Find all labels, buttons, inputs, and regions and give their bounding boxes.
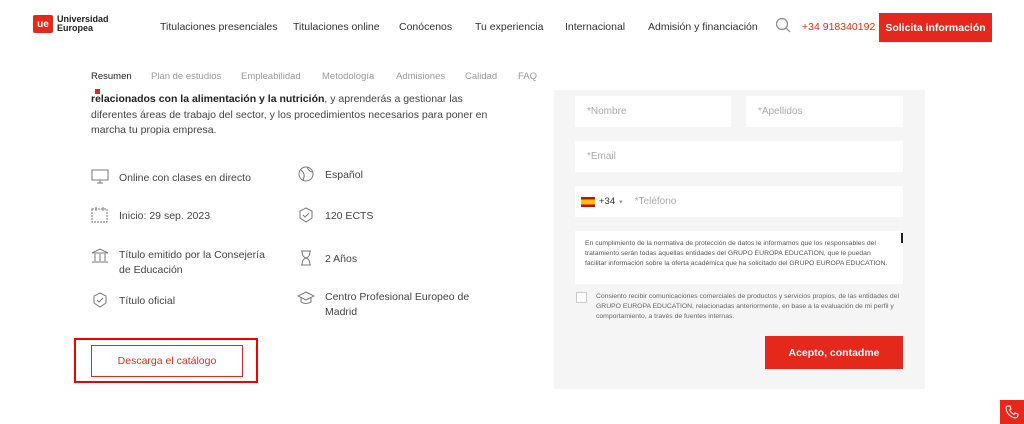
feature-ects: 120 ECTS: [297, 207, 497, 224]
phone-input[interactable]: *Teléfono: [635, 196, 677, 207]
feature-duration: 2 Años: [297, 250, 497, 267]
chevron-down-icon[interactable]: ▾: [619, 198, 623, 206]
country-code[interactable]: +34: [599, 196, 615, 207]
hourglass-icon: [301, 250, 311, 266]
nav-item-conocenos[interactable]: Conócenos: [399, 21, 452, 33]
phone-link[interactable]: +34 918340192: [802, 21, 875, 33]
feature-text: Título oficial: [119, 295, 176, 307]
logo-line-2: Europea: [57, 23, 94, 33]
program-description: relacionados con la alimentación y la nu…: [91, 92, 511, 139]
tab-calidad[interactable]: Calidad: [465, 71, 497, 82]
nav-item-titulaciones-presenciales[interactable]: Titulaciones presenciales: [160, 21, 278, 33]
acepto-contadme-button[interactable]: Acepto, contadme: [765, 336, 903, 369]
spain-flag-icon[interactable]: [581, 196, 595, 207]
graduation-cap-icon: [297, 291, 315, 304]
legal-text: En cumplimiento de la normativa de prote…: [585, 240, 888, 267]
nav-item-internacional[interactable]: Internacional: [565, 21, 625, 33]
phone-field[interactable]: +34 ▾ *Teléfono: [575, 186, 903, 217]
nav-item-titulaciones-online[interactable]: Titulaciones online: [293, 21, 380, 33]
feature-text: Online con clases en directo: [119, 172, 251, 184]
feature-official-title: Título oficial: [91, 292, 281, 309]
feature-text: Título emitido por la Consejería de Educ…: [119, 249, 265, 276]
section-subnav: Resumen Plan de estudios Empleabilidad M…: [0, 55, 1024, 90]
feature-text: Español: [325, 169, 363, 181]
feature-start-date: Inicio: 29 sep. 2023: [91, 207, 281, 224]
top-navbar: ue Universidad Europea Titulaciones pres…: [0, 0, 1024, 55]
tab-admisiones[interactable]: Admisiones: [396, 71, 445, 82]
globe-icon: [298, 166, 314, 182]
tab-faq[interactable]: FAQ: [518, 71, 537, 82]
tab-metodologia[interactable]: Metodología: [322, 71, 374, 82]
tab-empleabilidad[interactable]: Empleabilidad: [241, 71, 301, 82]
feature-text: 120 ECTS: [325, 210, 374, 222]
feature-language: Español: [297, 166, 497, 183]
name-field[interactable]: *Nombre: [575, 96, 731, 127]
feature-text: Inicio: 29 sep. 2023: [119, 210, 211, 222]
institution-icon: [91, 248, 109, 263]
description-bold: relacionados con la alimentación y la nu…: [91, 93, 325, 105]
search-icon[interactable]: [775, 17, 791, 33]
badge-check-icon: [93, 292, 107, 308]
descarga-catalogo-button[interactable]: Descarga el catálogo: [91, 345, 243, 377]
email-field[interactable]: *Email: [575, 141, 903, 172]
feature-title-issuer: Título emitido por la Consejería de Educ…: [91, 248, 291, 278]
tab-resumen[interactable]: Resumen: [91, 71, 132, 82]
consent-text: Consiento recibir comunicaciones comerci…: [596, 293, 899, 320]
tab-plan-de-estudios[interactable]: Plan de estudios: [151, 71, 221, 82]
feature-text: 2 Años: [325, 253, 358, 265]
solicita-informacion-button[interactable]: Solicita información: [879, 13, 992, 42]
monitor-icon: [91, 169, 109, 184]
university-logo[interactable]: ue Universidad Europea: [33, 15, 109, 33]
nav-item-tu-experiencia[interactable]: Tu experiencia: [475, 21, 543, 33]
surname-field[interactable]: *Apellidos: [746, 96, 903, 127]
feature-modality: Online con clases en directo: [91, 169, 281, 186]
logo-mark: ue: [33, 15, 53, 33]
nav-item-admision-financiacion[interactable]: Admisión y financiación: [648, 21, 758, 33]
feature-text: Centro Profesional Europeo de Madrid: [325, 291, 470, 318]
calendar-icon: [91, 207, 108, 223]
legal-scrollbar[interactable]: [901, 233, 903, 243]
call-me-button[interactable]: [1000, 400, 1024, 424]
feature-center: Centro Profesional Europeo de Madrid: [297, 290, 497, 320]
consent-checkbox[interactable]: [576, 292, 587, 303]
phone-icon: [1005, 405, 1019, 419]
legal-notice[interactable]: En cumplimiento de la normativa de prote…: [575, 231, 903, 284]
badge-check-icon: [299, 207, 313, 223]
